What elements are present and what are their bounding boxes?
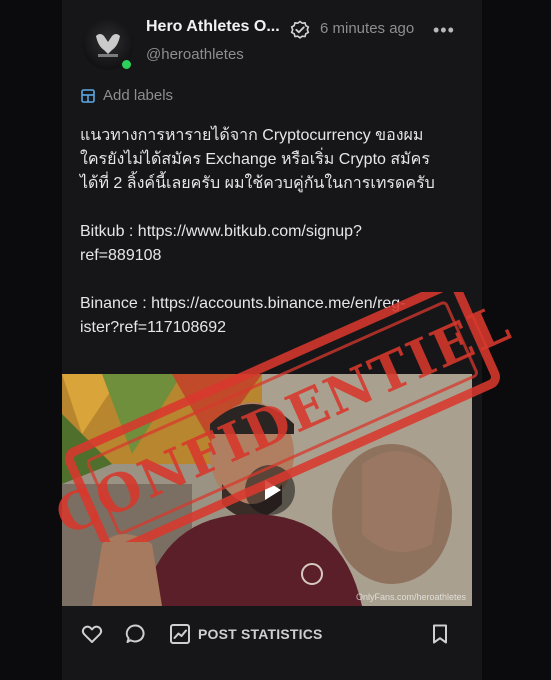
bitkub-link[interactable]: Bitkub : https://www.bitkub.com/signup?	[80, 220, 480, 244]
add-labels-link[interactable]: Add labels	[103, 87, 173, 104]
bitkub-link-cont[interactable]: ref=889108	[80, 244, 480, 268]
label-icon[interactable]	[80, 88, 96, 109]
post-text-line: ใครยังไม่ได้สมัคร Exchange หรือเริ่ม Cry…	[80, 151, 430, 168]
media-watermark: OnlyFans.com/heroathletes	[355, 592, 466, 602]
post-text-line: ได้ที่ 2 ลิ้งค์นี้เลยครับ ผมใช้ควบคู่กัน…	[80, 175, 435, 192]
binance-link[interactable]: Binance : https://accounts.binance.me/en…	[80, 292, 480, 316]
comment-icon[interactable]	[124, 622, 148, 651]
play-button[interactable]	[245, 465, 295, 515]
stats-chart-icon[interactable]	[168, 622, 192, 651]
post-statistics-button[interactable]: POST STATISTICS	[198, 626, 323, 642]
author-handle[interactable]: @heroathletes	[146, 46, 244, 63]
verified-badge-icon	[290, 20, 310, 45]
author-name[interactable]: Hero Athletes O...	[146, 18, 286, 36]
binance-link-cont[interactable]: ister?ref=117108692	[80, 316, 480, 340]
online-status-dot	[120, 58, 133, 71]
post-timestamp: 6 minutes ago	[320, 20, 415, 37]
post-text: แนวทางการหารายได้จาก Cryptocurrency ของผ…	[80, 124, 480, 340]
bookmark-icon[interactable]	[428, 622, 452, 651]
play-icon	[265, 480, 281, 500]
heart-icon[interactable]	[80, 622, 104, 651]
post-text-line: แนวทางการหารายได้จาก Cryptocurrency ของผ…	[80, 127, 424, 144]
more-options-button[interactable]: •••	[433, 20, 455, 41]
